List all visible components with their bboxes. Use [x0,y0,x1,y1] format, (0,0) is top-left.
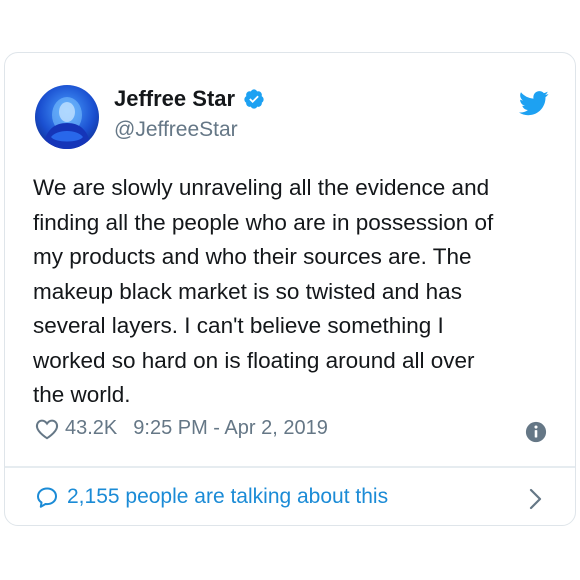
avatar-image [43,97,91,149]
avatar[interactable] [35,85,99,149]
author-handle[interactable]: @JeffreeStar [114,118,238,142]
chevron-right-icon[interactable] [529,488,543,510]
conversation-label[interactable]: 2,155 people are talking about this [67,485,388,509]
tweet-meta: 43.2K 9:25 PM - Apr 2, 2019 [35,417,328,440]
info-icon[interactable] [525,421,547,443]
tweet-text: We are slowly unraveling all the evidenc… [33,175,494,407]
author-name-row[interactable]: Jeffree Star [114,86,265,112]
like-count[interactable]: 43.2K [65,417,117,440]
conversation-link[interactable]: 2,155 people are talking about this [35,485,388,509]
twitter-bird-icon[interactable] [519,91,549,116]
tweet-timestamp[interactable]: 9:25 PM - Apr 2, 2019 [133,417,328,440]
divider [5,466,575,468]
heart-icon[interactable] [35,418,59,440]
verified-badge-icon [244,89,264,109]
author-name[interactable]: Jeffree Star [114,86,235,112]
speech-bubble-icon [37,487,57,508]
tweet-card[interactable]: Jeffree Star @JeffreeStar We are slowly … [4,52,576,526]
